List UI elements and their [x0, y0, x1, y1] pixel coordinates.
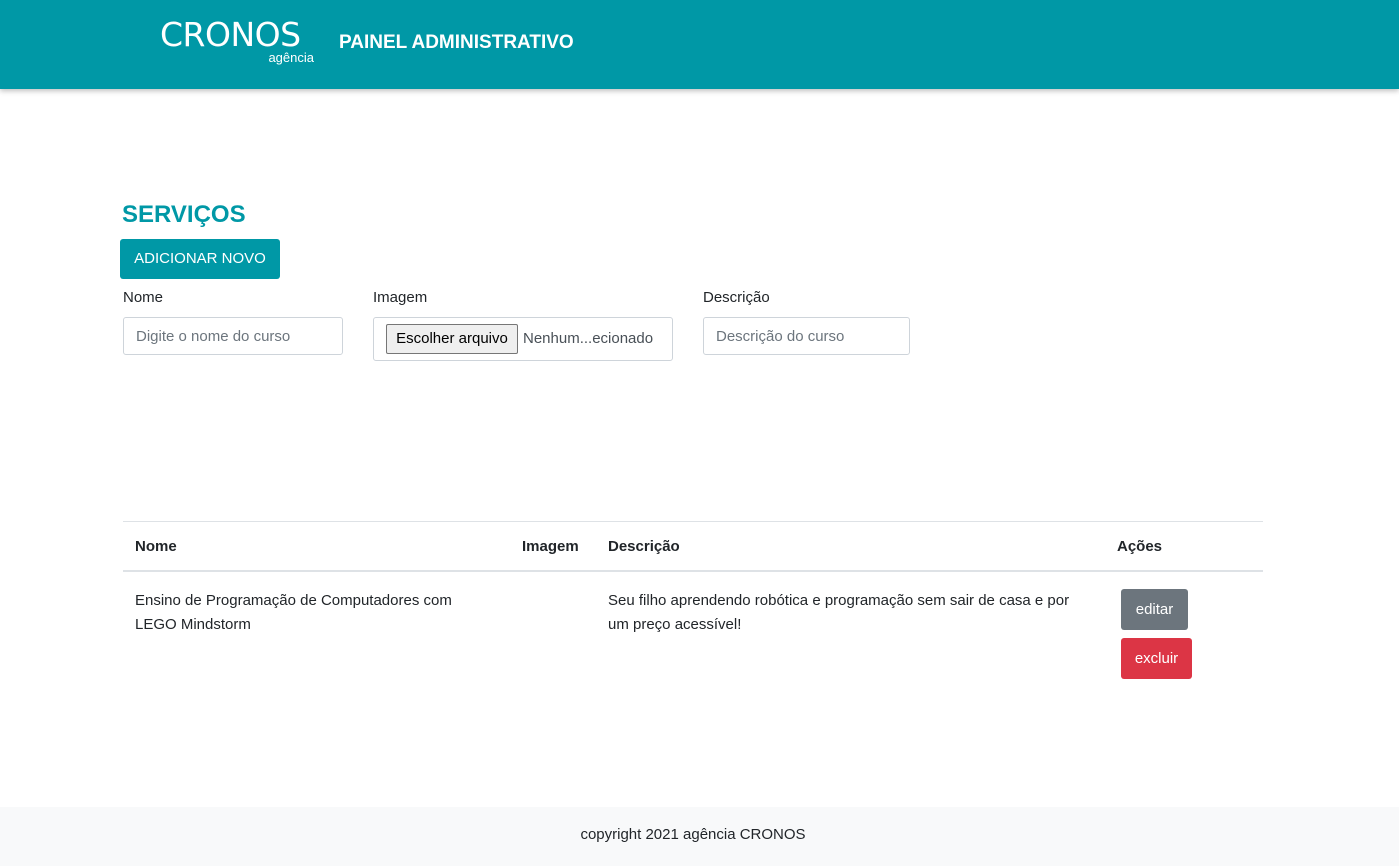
delete-button[interactable]: excluir	[1121, 638, 1192, 679]
column-header-actions: Ações	[1117, 538, 1163, 555]
top-navbar: CRONOS agência PAINEL ADMINISTRATIVO	[0, 0, 1399, 89]
service-description-cell: Seu filho aprendendo robótica e programa…	[608, 592, 1070, 633]
logo-wordmark: CRONOS	[160, 15, 301, 54]
page-title: SERVIÇOS	[122, 201, 246, 228]
column-header-description: Descrição	[608, 538, 680, 555]
column-header-image: Imagem	[522, 538, 579, 555]
column-header-name: Nome	[135, 538, 177, 555]
image-file-input[interactable]: Escolher arquivo Nenhum...ecionado	[373, 317, 673, 361]
service-name-cell: Ensino de Programação de Computadores co…	[135, 592, 452, 633]
table-top-border	[123, 521, 1263, 522]
header-title: PAINEL ADMINISTRATIVO	[339, 32, 574, 53]
copyright-text: copyright 2021 agência CRONOS	[580, 826, 806, 843]
name-label: Nome	[123, 289, 164, 306]
course-name-input[interactable]	[123, 317, 343, 355]
description-label: Descrição	[703, 289, 770, 306]
edit-button[interactable]: editar	[1121, 589, 1188, 630]
logo-subtitle: agência	[268, 50, 314, 65]
choose-file-button[interactable]: Escolher arquivo	[386, 324, 518, 354]
footer: copyright 2021 agência CRONOS	[0, 807, 1399, 866]
image-label: Imagem	[373, 289, 428, 306]
course-description-input[interactable]	[703, 317, 910, 355]
file-status-text: Nenhum...ecionado	[523, 330, 654, 347]
cronos-logo[interactable]: CRONOS agência	[160, 16, 320, 68]
table-header-border	[123, 570, 1263, 572]
add-new-button[interactable]: ADICIONAR NOVO	[120, 239, 280, 279]
